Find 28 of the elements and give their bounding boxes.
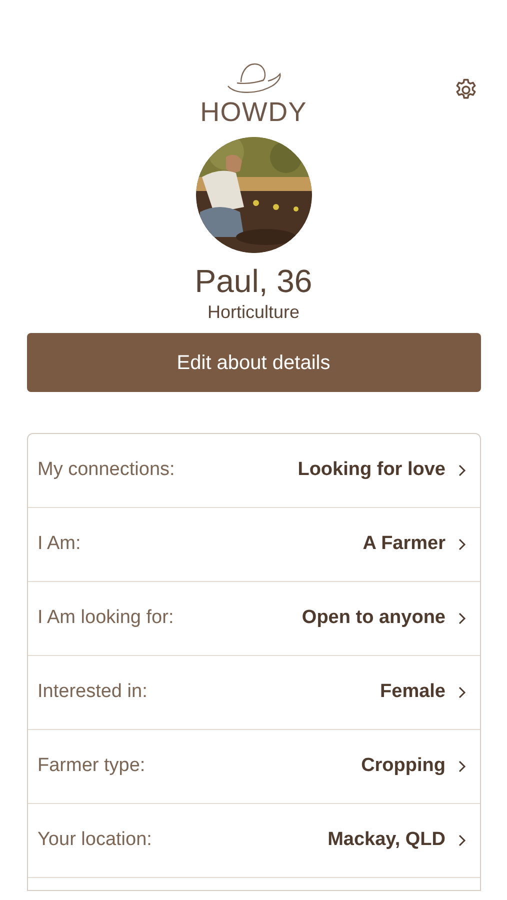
detail-label: Farmer type:	[38, 754, 146, 778]
detail-label: Interested in:	[38, 680, 148, 704]
logo-text: HOWDY	[200, 97, 307, 127]
detail-row[interactable]: I Am looking for: Open to anyone	[28, 582, 480, 656]
detail-row[interactable]: Farmer type: Cropping	[28, 730, 480, 804]
occupation-text: Horticulture	[207, 301, 300, 323]
chevron-right-icon	[458, 686, 466, 699]
detail-row[interactable]: Interested in: Female	[28, 656, 480, 730]
chevron-right-icon	[458, 612, 466, 625]
detail-label: Your location:	[38, 828, 152, 852]
chevron-right-icon	[458, 760, 466, 773]
detail-value: Mackay, QLD	[328, 828, 446, 852]
profile-name: Paul, 36	[194, 263, 312, 299]
chevron-right-icon	[458, 464, 466, 477]
detail-label: I Am:	[38, 532, 81, 556]
detail-value: A Farmer	[362, 532, 446, 556]
detail-row[interactable]: Your location: Mackay, QLD	[28, 804, 480, 878]
detail-row[interactable]: I Am: A Farmer	[28, 508, 480, 582]
detail-value: Open to anyone	[302, 606, 446, 630]
detail-value: Looking for love	[298, 458, 446, 482]
chevron-right-icon	[458, 834, 466, 847]
chevron-right-icon	[458, 538, 466, 551]
detail-row[interactable]: My connections: Looking for love	[28, 434, 480, 508]
detail-label: My connections:	[38, 458, 175, 482]
detail-value: Female	[380, 680, 446, 704]
edit-about-button[interactable]: Edit about details	[26, 333, 480, 392]
detail-label: I Am looking for:	[38, 606, 174, 630]
detail-value: Cropping	[361, 754, 446, 778]
